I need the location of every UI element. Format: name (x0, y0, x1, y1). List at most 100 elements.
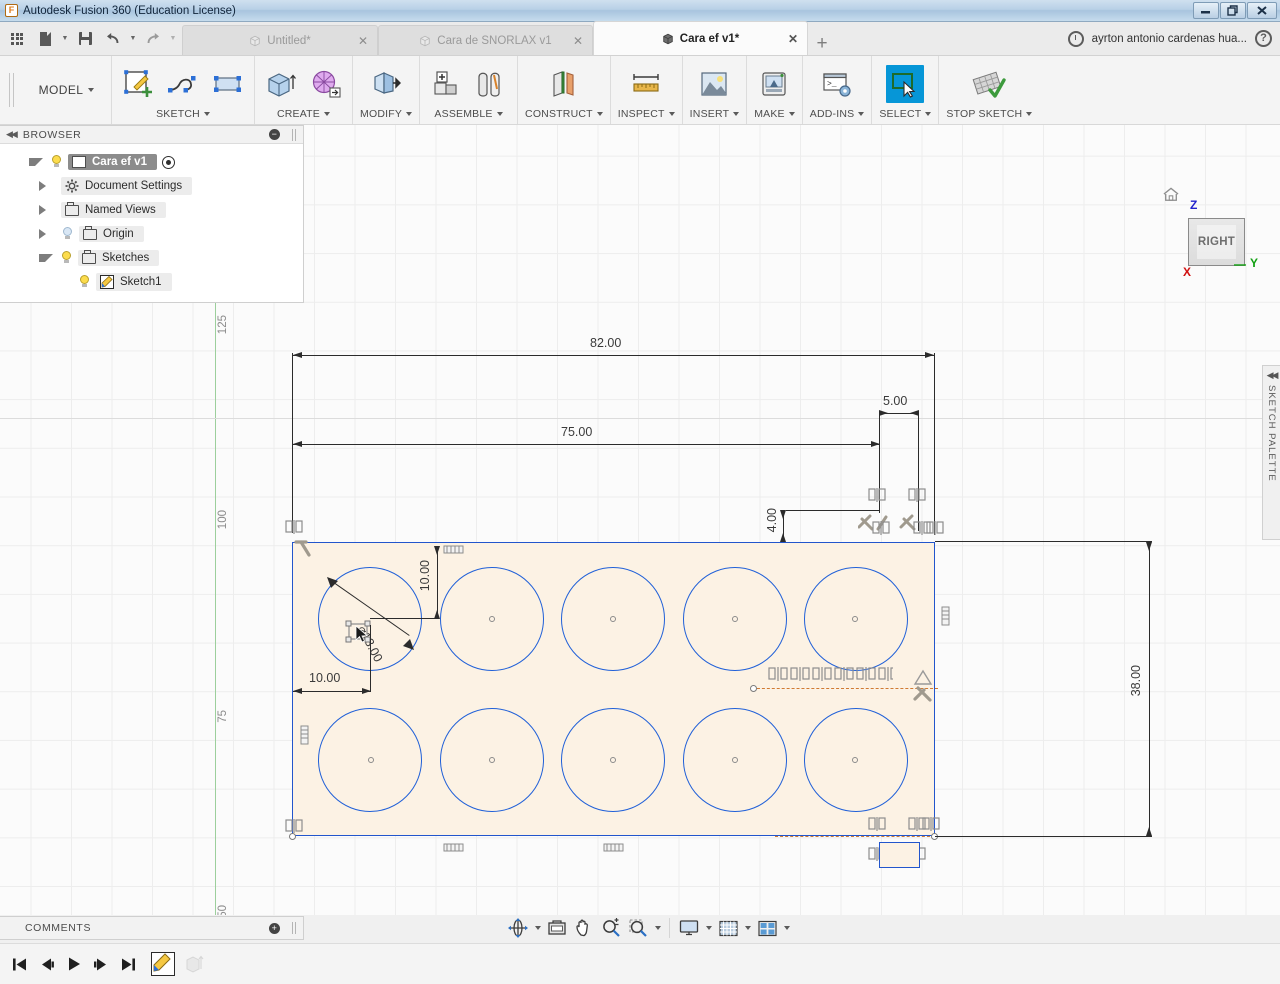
circle-center-point[interactable] (732, 616, 738, 622)
browser-resize-grip[interactable] (292, 128, 297, 141)
sidebar-item-cara-ef[interactable]: Cara ef v1 (0, 150, 303, 174)
joint-icon[interactable] (472, 65, 510, 103)
ribbon-grip[interactable] (0, 56, 22, 124)
sidebar-item-sketch1[interactable]: Sketch1 (0, 270, 303, 294)
go-to-end-icon[interactable] (116, 951, 140, 977)
grid-snaps-icon[interactable] (715, 915, 741, 941)
timeline-feature-sketch1[interactable] (151, 952, 175, 976)
workspace-selector[interactable]: MODEL (22, 56, 112, 124)
scripts-addins-icon[interactable]: >_ (818, 65, 856, 103)
sidebar-item-document-settings[interactable]: Document Settings (0, 174, 303, 198)
viewports-icon[interactable] (754, 915, 780, 941)
tab-close-icon[interactable]: ✕ (573, 34, 583, 48)
dimension-38[interactable]: 38.00 (1129, 665, 1143, 696)
new-document-icon[interactable] (32, 26, 58, 52)
visibility-bulb-icon[interactable] (50, 155, 63, 169)
ribbon-group-label[interactable]: INSPECT (618, 108, 675, 120)
measure-icon[interactable] (627, 65, 665, 103)
tab-close-icon[interactable]: ✕ (788, 32, 798, 46)
extrude-icon[interactable] (262, 65, 300, 103)
ribbon-group-label[interactable]: CREATE (277, 108, 330, 120)
home-view-icon[interactable] (1162, 187, 1180, 202)
tab-cara-de-snorlax[interactable]: Cara de SNORLAX v1 ✕ (378, 25, 593, 55)
new-tab-button[interactable]: + (808, 33, 836, 55)
account-name[interactable]: ayrton antonio cardenas hua... (1092, 33, 1247, 45)
undo-icon[interactable] (100, 26, 126, 52)
ribbon-group-label[interactable]: CONSTRUCT (525, 108, 603, 120)
expander-closed-icon[interactable] (39, 181, 53, 191)
rectangle-icon[interactable] (209, 65, 247, 103)
activate-component-icon[interactable] (161, 155, 175, 169)
ribbon-group-label[interactable]: MAKE (754, 108, 795, 120)
select-tool-icon[interactable] (886, 65, 925, 103)
press-pull-icon[interactable] (367, 65, 405, 103)
dimension-10-horizontal[interactable]: 10.00 (309, 671, 340, 685)
expander-closed-icon[interactable] (39, 229, 53, 239)
sidebar-item-sketches[interactable]: Sketches (0, 246, 303, 270)
expander-open-icon[interactable] (39, 254, 53, 262)
save-icon[interactable] (72, 26, 98, 52)
coincident-constraint-icon[interactable] (285, 817, 303, 835)
circle-center-point[interactable] (610, 616, 616, 622)
spline-icon[interactable] (164, 65, 202, 103)
circle-center-point[interactable] (852, 616, 858, 622)
close-button[interactable] (1247, 2, 1277, 19)
orbit-icon[interactable] (505, 915, 531, 941)
add-comment-icon[interactable]: + (269, 922, 280, 934)
browser-collapse-icon[interactable]: ◀◀ (6, 129, 18, 140)
vertical-constraint-icon[interactable] (938, 606, 952, 626)
visibility-bulb-icon[interactable] (61, 227, 74, 241)
ribbon-group-label[interactable]: MODIFY (360, 108, 413, 120)
viewports-chevron-down-icon[interactable] (781, 915, 792, 941)
construction-centerline[interactable] (752, 688, 938, 689)
circle-center-point[interactable] (489, 616, 495, 622)
new-document-chevron-down-icon[interactable]: ▼ (60, 26, 70, 52)
redo-icon[interactable] (140, 26, 166, 52)
centerline-endpoint-handle[interactable] (750, 685, 757, 692)
insert-image-icon[interactable] (695, 65, 733, 103)
restore-button[interactable] (1220, 2, 1246, 19)
orbit-chevron-down-icon[interactable] (532, 915, 543, 941)
selected-edge-box[interactable] (879, 842, 920, 868)
constraint-cluster-right[interactable] (858, 513, 948, 541)
help-icon[interactable]: ? (1255, 30, 1272, 47)
minimize-button[interactable] (1193, 2, 1219, 19)
vertical-constraint-icon[interactable] (297, 725, 311, 745)
expander-closed-icon[interactable] (39, 205, 53, 215)
ribbon-group-label[interactable]: INSERT (690, 108, 740, 120)
horizontal-constraint-icon[interactable] (443, 842, 465, 854)
constraint-cluster-bottom[interactable] (868, 815, 946, 835)
comments-resize-grip[interactable] (292, 922, 297, 934)
sketch-palette-expand-icon[interactable]: ◀◀ (1267, 370, 1279, 381)
go-to-beginning-icon[interactable] (8, 951, 32, 977)
horizontal-constraint-icon[interactable] (443, 544, 465, 556)
tab-untitled[interactable]: Untitled* ✕ (182, 25, 378, 55)
visibility-bulb-icon[interactable] (60, 251, 73, 265)
ribbon-group-label[interactable]: SELECT (879, 108, 932, 120)
undo-chevron-down-icon[interactable]: ▼ (128, 26, 138, 52)
expander-open-icon[interactable] (29, 158, 43, 166)
tab-close-icon[interactable]: ✕ (358, 34, 368, 48)
circle-center-point[interactable] (732, 757, 738, 763)
dimension-10-vertical[interactable]: 10.00 (418, 560, 432, 591)
3d-print-icon[interactable] (755, 65, 793, 103)
stop-sketch-icon[interactable] (970, 65, 1008, 103)
zoom-icon[interactable] (598, 915, 624, 941)
dimension-75[interactable]: 75.00 (561, 425, 592, 439)
symmetry-constraint-row[interactable] (768, 665, 893, 683)
dimension-4[interactable]: 4.00 (765, 508, 779, 532)
browser-options-icon[interactable]: − (269, 129, 280, 140)
zoom-window-icon[interactable] (625, 915, 651, 941)
circle-center-point[interactable] (852, 757, 858, 763)
dimension-82[interactable]: 82.00 (590, 336, 621, 350)
zoom-chevron-down-icon[interactable] (652, 915, 663, 941)
play-icon[interactable] (62, 951, 86, 977)
sidebar-item-named-views[interactable]: Named Views (0, 198, 303, 222)
circle-center-point[interactable] (368, 757, 374, 763)
job-status-clock-icon[interactable] (1067, 30, 1084, 47)
constraint-cluster-top[interactable] (868, 486, 932, 506)
fix-constraint-icon[interactable] (293, 538, 317, 562)
horizontal-constraint-icon[interactable] (603, 842, 625, 854)
tab-cara-ef[interactable]: Cara ef v1* ✕ (593, 21, 808, 55)
step-forward-icon[interactable] (89, 951, 113, 977)
